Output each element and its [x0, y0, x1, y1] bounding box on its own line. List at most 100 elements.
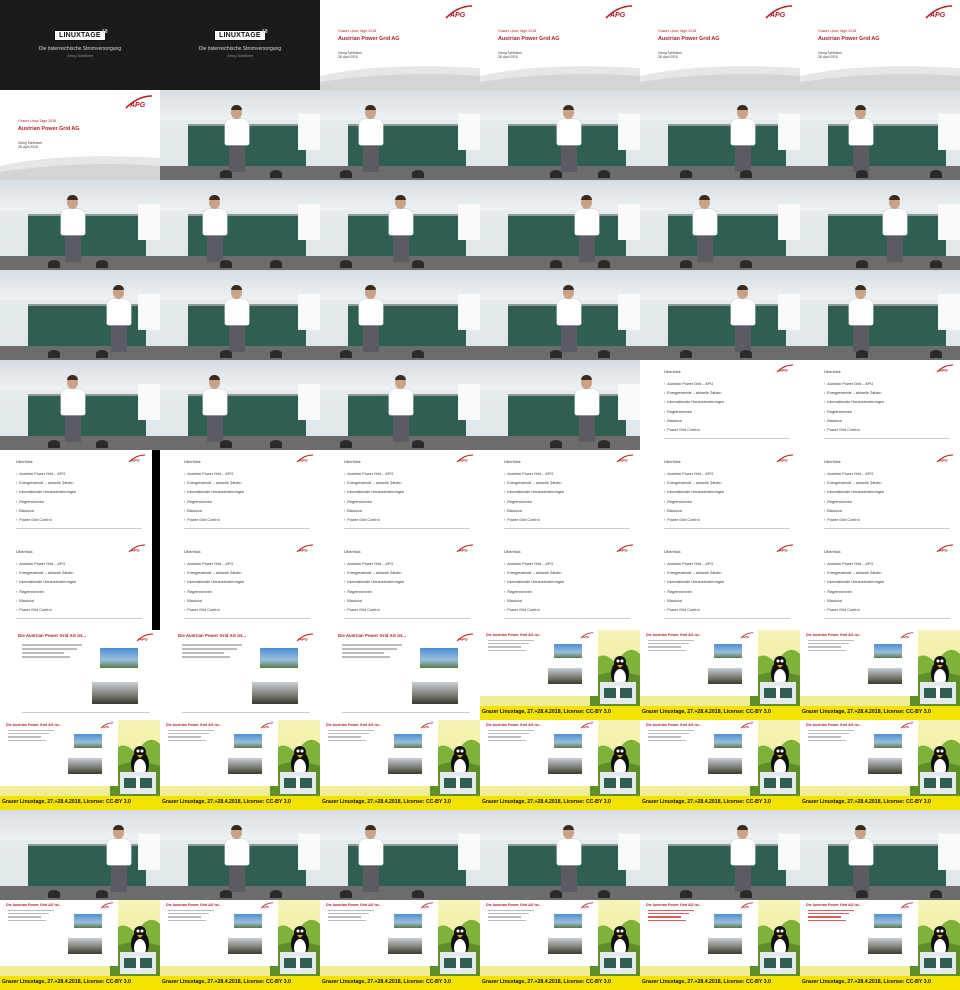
camera-shot-thumb[interactable]: [320, 360, 480, 450]
agenda-item: › Power Grid Control: [504, 606, 564, 615]
agenda-slide-thumb[interactable]: APG Überblick › Austrian Power Grid – APG…: [640, 540, 800, 630]
composite-thumb[interactable]: Die Austrian Power Grid AG ist... APG Gr…: [800, 900, 960, 990]
agenda-item: › Austrian Power Grid – APG: [664, 470, 724, 479]
company-slide-thumb[interactable]: Die Austrian Power Grid AG ist... APG: [320, 630, 480, 720]
camera-shot-thumb[interactable]: [0, 360, 160, 450]
bullet-icon: ›: [184, 608, 186, 613]
composite-thumb[interactable]: Die Austrian Power Grid AG ist... APG Gr…: [640, 720, 800, 810]
agenda-item-label: Internationale Herausforderungen: [507, 490, 565, 495]
composite-thumb[interactable]: Die Austrian Power Grid AG ist... APG Gr…: [640, 900, 800, 990]
composite-thumb[interactable]: Die Austrian Power Grid AG ist... APG Gr…: [800, 720, 960, 810]
composite-thumb[interactable]: Die Austrian Power Grid AG ist... APG Gr…: [160, 720, 320, 810]
agenda-item-label: Internationale Herausforderungen: [19, 580, 77, 585]
agenda-slide-thumb[interactable]: APG Überblick › Austrian Power Grid – APG…: [0, 450, 152, 540]
agenda-slide-thumb[interactable]: APG Überblick › Austrian Power Grid – APG…: [800, 540, 960, 630]
composite-thumb[interactable]: Die Austrian Power Grid AG ist... APG Gr…: [480, 630, 640, 720]
speaker: [104, 825, 134, 894]
composite-thumb[interactable]: Die Austrian Power Grid AG ist... APG Gr…: [320, 900, 480, 990]
agenda-slide-thumb[interactable]: APG Überblick › Austrian Power Grid – APG…: [480, 450, 640, 540]
camera-shot-thumb[interactable]: [320, 180, 480, 270]
agenda-item-label: Regelreserven: [667, 499, 692, 504]
camera-shot-thumb[interactable]: [800, 810, 960, 900]
agenda-slide-thumb[interactable]: APG Überblick › Austrian Power Grid – APG…: [800, 450, 960, 540]
agenda-slide-thumb[interactable]: APG Überblick › Austrian Power Grid – APG…: [640, 360, 800, 450]
agenda-slide-thumb[interactable]: APG Überblick › Austrian Power Grid – APG…: [320, 540, 480, 630]
apg-title-slide-thumb[interactable]: APG Grazer Linux Tage 2018 Austrian Powe…: [0, 90, 160, 180]
title-slide-thumb[interactable]: LINUXTAGE 18 Die österreichische Stromve…: [0, 0, 160, 90]
camera-shot-thumb[interactable]: [800, 90, 960, 180]
composite-thumb[interactable]: Die Austrian Power Grid AG ist... APG Gr…: [0, 900, 160, 990]
camera-shot-thumb[interactable]: [160, 90, 320, 180]
agenda-item: › Austrian Power Grid – APG: [16, 560, 76, 569]
audience-head: [680, 890, 692, 898]
camera-shot-thumb[interactable]: [800, 180, 960, 270]
slide-heading: Die Austrian Power Grid AG ist...: [486, 723, 542, 727]
composite-thumb[interactable]: Die Austrian Power Grid AG ist... APG Gr…: [160, 900, 320, 990]
company-slide-thumb[interactable]: Die Austrian Power Grid AG ist... APG: [160, 630, 320, 720]
camera-shot-thumb[interactable]: [160, 810, 320, 900]
composite-thumb[interactable]: Die Austrian Power Grid AG ist... APG Gr…: [640, 630, 800, 720]
composite-thumb[interactable]: Die Austrian Power Grid AG ist... APG Gr…: [0, 720, 160, 810]
camera-shot-thumb[interactable]: [640, 90, 800, 180]
photo-pylon: [874, 914, 902, 928]
agenda-item-label: Power Grid Control: [19, 518, 52, 523]
camera-shot-thumb[interactable]: [0, 810, 160, 900]
composite-thumb[interactable]: Die Austrian Power Grid AG ist... APG Gr…: [480, 900, 640, 990]
composite-thumb[interactable]: Die Austrian Power Grid AG ist... APG Gr…: [320, 720, 480, 810]
composite-thumb[interactable]: Die Austrian Power Grid AG ist... APG Gr…: [480, 720, 640, 810]
slide-overlay: Die Austrian Power Grid AG ist... APG: [640, 900, 758, 966]
agenda-slide-thumb[interactable]: APG Überblick › Austrian Power Grid – APG…: [320, 450, 480, 540]
footer-rule: [664, 528, 790, 529]
camera-shot-thumb[interactable]: [320, 90, 480, 180]
footer-rule: [504, 528, 630, 529]
camera-shot-thumb[interactable]: [160, 270, 320, 360]
title-slide-thumb[interactable]: LINUXTAGE 18 Die österreichische Stromve…: [160, 0, 320, 90]
camera-shot-thumb[interactable]: [480, 270, 640, 360]
svg-text:APG: APG: [901, 725, 909, 729]
apg-title-slide-thumb[interactable]: APG Grazer Linux Tage 2018 Austrian Powe…: [320, 0, 480, 90]
composite-thumb[interactable]: Die Austrian Power Grid AG ist... APG Gr…: [800, 630, 960, 720]
camera-shot-thumb[interactable]: [640, 270, 800, 360]
apg-logo-icon: APG: [100, 902, 114, 909]
camera-shot-thumb[interactable]: [800, 270, 960, 360]
camera-shot-thumb[interactable]: [160, 180, 320, 270]
camera-shot-thumb[interactable]: [480, 360, 640, 450]
agenda-item: › Regelreserven: [504, 588, 564, 597]
agenda-slide-thumb[interactable]: APG Überblick › Austrian Power Grid – APG…: [800, 360, 960, 450]
camera-shot-thumb[interactable]: [0, 180, 160, 270]
bullet-lines: [808, 640, 854, 653]
apg-title-slide-thumb[interactable]: APG Grazer Linux Tage 2018 Austrian Powe…: [640, 0, 800, 90]
audience-head: [340, 890, 352, 898]
agenda-item-label: Regelreserven: [827, 409, 852, 414]
camera-shot-thumb[interactable]: [160, 360, 320, 450]
audience-head: [48, 440, 60, 448]
apg-title-slide-thumb[interactable]: APG Grazer Linux Tage 2018 Austrian Powe…: [800, 0, 960, 90]
bullet-icon: ›: [824, 580, 826, 585]
agenda-item-label: Regelreserven: [507, 589, 532, 594]
agenda-slide-thumb[interactable]: APG Überblick › Austrian Power Grid – APG…: [160, 450, 320, 540]
agenda-slide-thumb[interactable]: APG Überblick › Austrian Power Grid – APG…: [160, 540, 320, 630]
bullet-lines: [808, 910, 854, 923]
bullet-icon: ›: [16, 490, 18, 495]
camera-shot-thumb[interactable]: [0, 270, 160, 360]
camera-shot-thumb[interactable]: [480, 180, 640, 270]
camera-shot-thumb[interactable]: [320, 810, 480, 900]
camera-shot-thumb[interactable]: [320, 270, 480, 360]
apg-title-slide-thumb[interactable]: APG Grazer Linux Tage 2018 Austrian Powe…: [480, 0, 640, 90]
slide-overlay: Die Austrian Power Grid AG ist... APG: [320, 900, 438, 966]
agenda-heading: Überblick: [184, 459, 201, 464]
audience-head: [270, 170, 282, 178]
camera-shot-thumb[interactable]: [480, 90, 640, 180]
camera-shot-thumb[interactable]: [480, 810, 640, 900]
company-slide-thumb[interactable]: Die Austrian Power Grid AG ist... APG: [0, 630, 160, 720]
agenda-item: › Energiewende – aktuelle Zahlen: [664, 569, 724, 578]
camera-shot-thumb[interactable]: [640, 810, 800, 900]
agenda-slide-thumb[interactable]: APG Überblick › Austrian Power Grid – APG…: [640, 450, 800, 540]
agenda-item-label: Power Grid Control: [667, 608, 700, 613]
camera-shot-thumb[interactable]: [640, 180, 800, 270]
agenda-slide-thumb[interactable]: APG Überblick › Austrian Power Grid – APG…: [0, 540, 152, 630]
bullet-icon: ›: [664, 409, 666, 414]
license-text: Grazer Linuxtage, 27.+28.4.2018, License…: [482, 799, 611, 805]
agenda-item-label: Blackout: [667, 418, 682, 423]
agenda-slide-thumb[interactable]: APG Überblick › Austrian Power Grid – APG…: [480, 540, 640, 630]
